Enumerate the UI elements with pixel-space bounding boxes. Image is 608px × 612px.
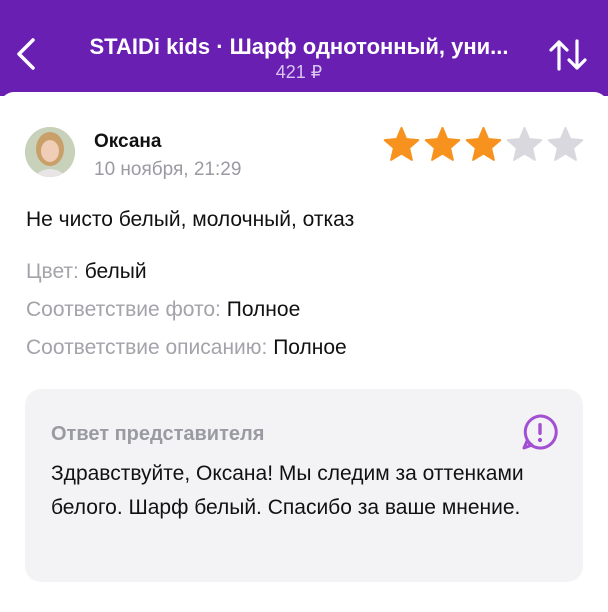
attribute-value: Полное [226,298,301,321]
attribute-description-match: Соответствие описанию: Полное [26,336,347,360]
attribute-key: Соответствие описанию: [26,336,268,359]
star-filled-icon [424,126,461,161]
attribute-value: белый [84,260,147,283]
review-text: Не чисто белый, молочный, отказ [26,208,355,231]
reply-title: Ответ представителя [51,423,265,445]
review-date: 10 ноября, 21:29 [94,159,242,180]
sort-button[interactable] [546,34,590,76]
author-name: Оксана [94,131,162,152]
attribute-value: Полное [273,336,347,359]
attribute-key: Цвет: [26,260,79,283]
star-filled-icon [383,126,420,161]
attribute-color: Цвет: белый [26,260,147,284]
reply-text: Здравствуйте, Оксана! Мы следим за оттен… [51,462,524,519]
back-button[interactable] [8,34,44,74]
star-empty-icon [547,126,584,161]
sort-arrows-icon [549,39,587,71]
attribute-photo-match: Соответствие фото: Полное [26,298,300,322]
star-empty-icon [506,126,543,161]
product-title: STAIDi kids · Шарф однотонный, уни... [89,34,509,59]
report-button[interactable] [521,413,559,451]
avatar-photo [25,127,75,177]
attribute-key: Соответствие фото: [26,298,221,321]
star-filled-icon [465,126,502,161]
seller-reply: Ответ представителя Здравствуйте, Оксана… [25,389,583,582]
rating-stars [382,125,585,164]
product-price: 421 ₽ [275,62,323,82]
report-icon [522,414,558,450]
avatar[interactable] [25,127,75,177]
app-header: STAIDi kids · Шарф однотонный, уни... 42… [0,0,608,96]
chevron-left-icon [17,38,35,70]
